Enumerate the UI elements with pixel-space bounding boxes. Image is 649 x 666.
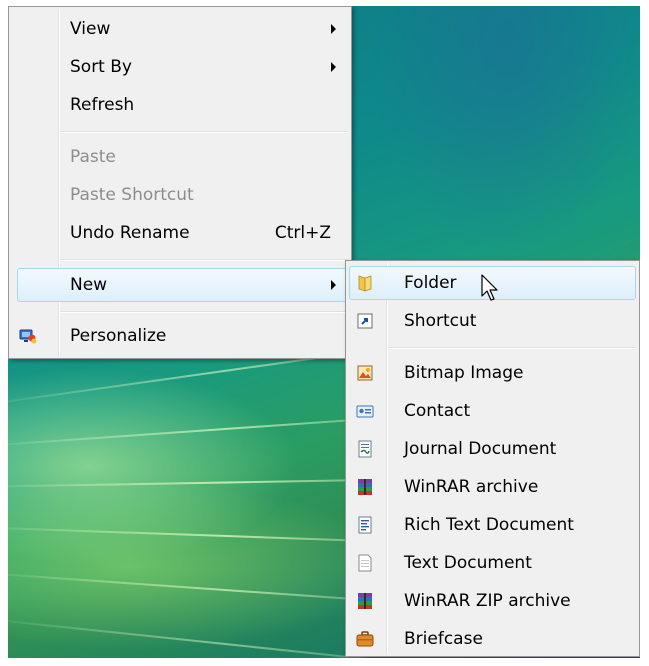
- submenu-item-contact[interactable]: Contact: [349, 394, 636, 428]
- submenu-item-rich-text-document[interactable]: Rich Text Document: [349, 508, 636, 542]
- menu-item-refresh[interactable]: Refresh: [12, 88, 348, 122]
- submenu-item-briefcase[interactable]: Briefcase: [349, 622, 636, 656]
- submenu-item-bitmap-image[interactable]: Bitmap Image: [349, 356, 636, 390]
- folder-icon: [358, 275, 372, 292]
- submenu-item-label: Text Document: [404, 553, 532, 573]
- menu-item-sort-by[interactable]: Sort By: [12, 50, 348, 84]
- menu-item-paste-shortcut: Paste Shortcut: [12, 178, 348, 212]
- menu-item-label: Personalize: [70, 326, 167, 346]
- menu-item-view[interactable]: View: [12, 12, 348, 46]
- submenu-item-label: WinRAR ZIP archive: [404, 591, 571, 611]
- menu-item-undo-rename[interactable]: Undo Rename Ctrl+Z: [12, 216, 348, 250]
- journal-document-icon: [358, 440, 372, 458]
- menu-separator: [60, 259, 348, 261]
- new-submenu: Folder Shortcut Bitmap Image Contact Jou…: [345, 260, 640, 657]
- submenu-item-winrar-zip-archive[interactable]: WinRAR ZIP archive: [349, 584, 636, 618]
- menu-item-label: Sort By: [70, 57, 132, 77]
- submenu-item-shortcut[interactable]: Shortcut: [349, 304, 636, 338]
- rich-text-document-icon: [358, 516, 372, 534]
- menu-item-label: Refresh: [70, 95, 135, 115]
- personalize-icon: [19, 329, 37, 344]
- submenu-arrow-icon: [331, 24, 336, 34]
- menu-item-new[interactable]: New: [17, 268, 348, 302]
- submenu-item-label: Bitmap Image: [404, 363, 524, 383]
- menu-item-personalize[interactable]: Personalize: [12, 319, 348, 353]
- menu-separator: [60, 311, 348, 313]
- submenu-item-label: Rich Text Document: [404, 515, 574, 535]
- winrar-archive-icon: [358, 479, 372, 495]
- submenu-arrow-icon: [331, 280, 336, 290]
- contact-icon: [356, 405, 374, 418]
- mouse-cursor-icon: [481, 274, 498, 301]
- submenu-item-label: WinRAR archive: [404, 477, 539, 497]
- shortcut-key-label: Ctrl+Z: [274, 223, 331, 243]
- menu-item-label: New: [70, 275, 108, 295]
- submenu-item-label: Contact: [404, 401, 471, 421]
- submenu-item-text-document[interactable]: Text Document: [349, 546, 636, 580]
- desktop-context-menu: View Sort By Refresh Paste Paste Shortcu…: [8, 6, 352, 359]
- submenu-item-label: Shortcut: [404, 311, 477, 331]
- submenu-item-label: Briefcase: [404, 629, 483, 649]
- menu-item-paste: Paste: [12, 140, 348, 174]
- winrar-zip-icon: [358, 593, 372, 609]
- submenu-item-label: Journal Document: [404, 439, 557, 459]
- submenu-arrow-icon: [331, 62, 336, 72]
- screenshot-frame: View Sort By Refresh Paste Paste Shortcu…: [8, 6, 640, 658]
- submenu-item-label: Folder: [404, 273, 457, 293]
- menu-item-label: Paste Shortcut: [70, 185, 194, 205]
- bitmap-image-icon: [357, 365, 373, 381]
- menu-item-label: Undo Rename: [70, 223, 190, 243]
- menu-item-label: View: [70, 19, 111, 39]
- submenu-item-winrar-archive[interactable]: WinRAR archive: [349, 470, 636, 504]
- menu-separator: [388, 347, 636, 349]
- menu-item-label: Paste: [70, 147, 116, 167]
- submenu-item-journal-document[interactable]: Journal Document: [349, 432, 636, 466]
- text-document-icon: [358, 554, 372, 572]
- briefcase-icon: [356, 631, 374, 647]
- shortcut-icon: [357, 313, 373, 329]
- menu-separator: [60, 131, 348, 133]
